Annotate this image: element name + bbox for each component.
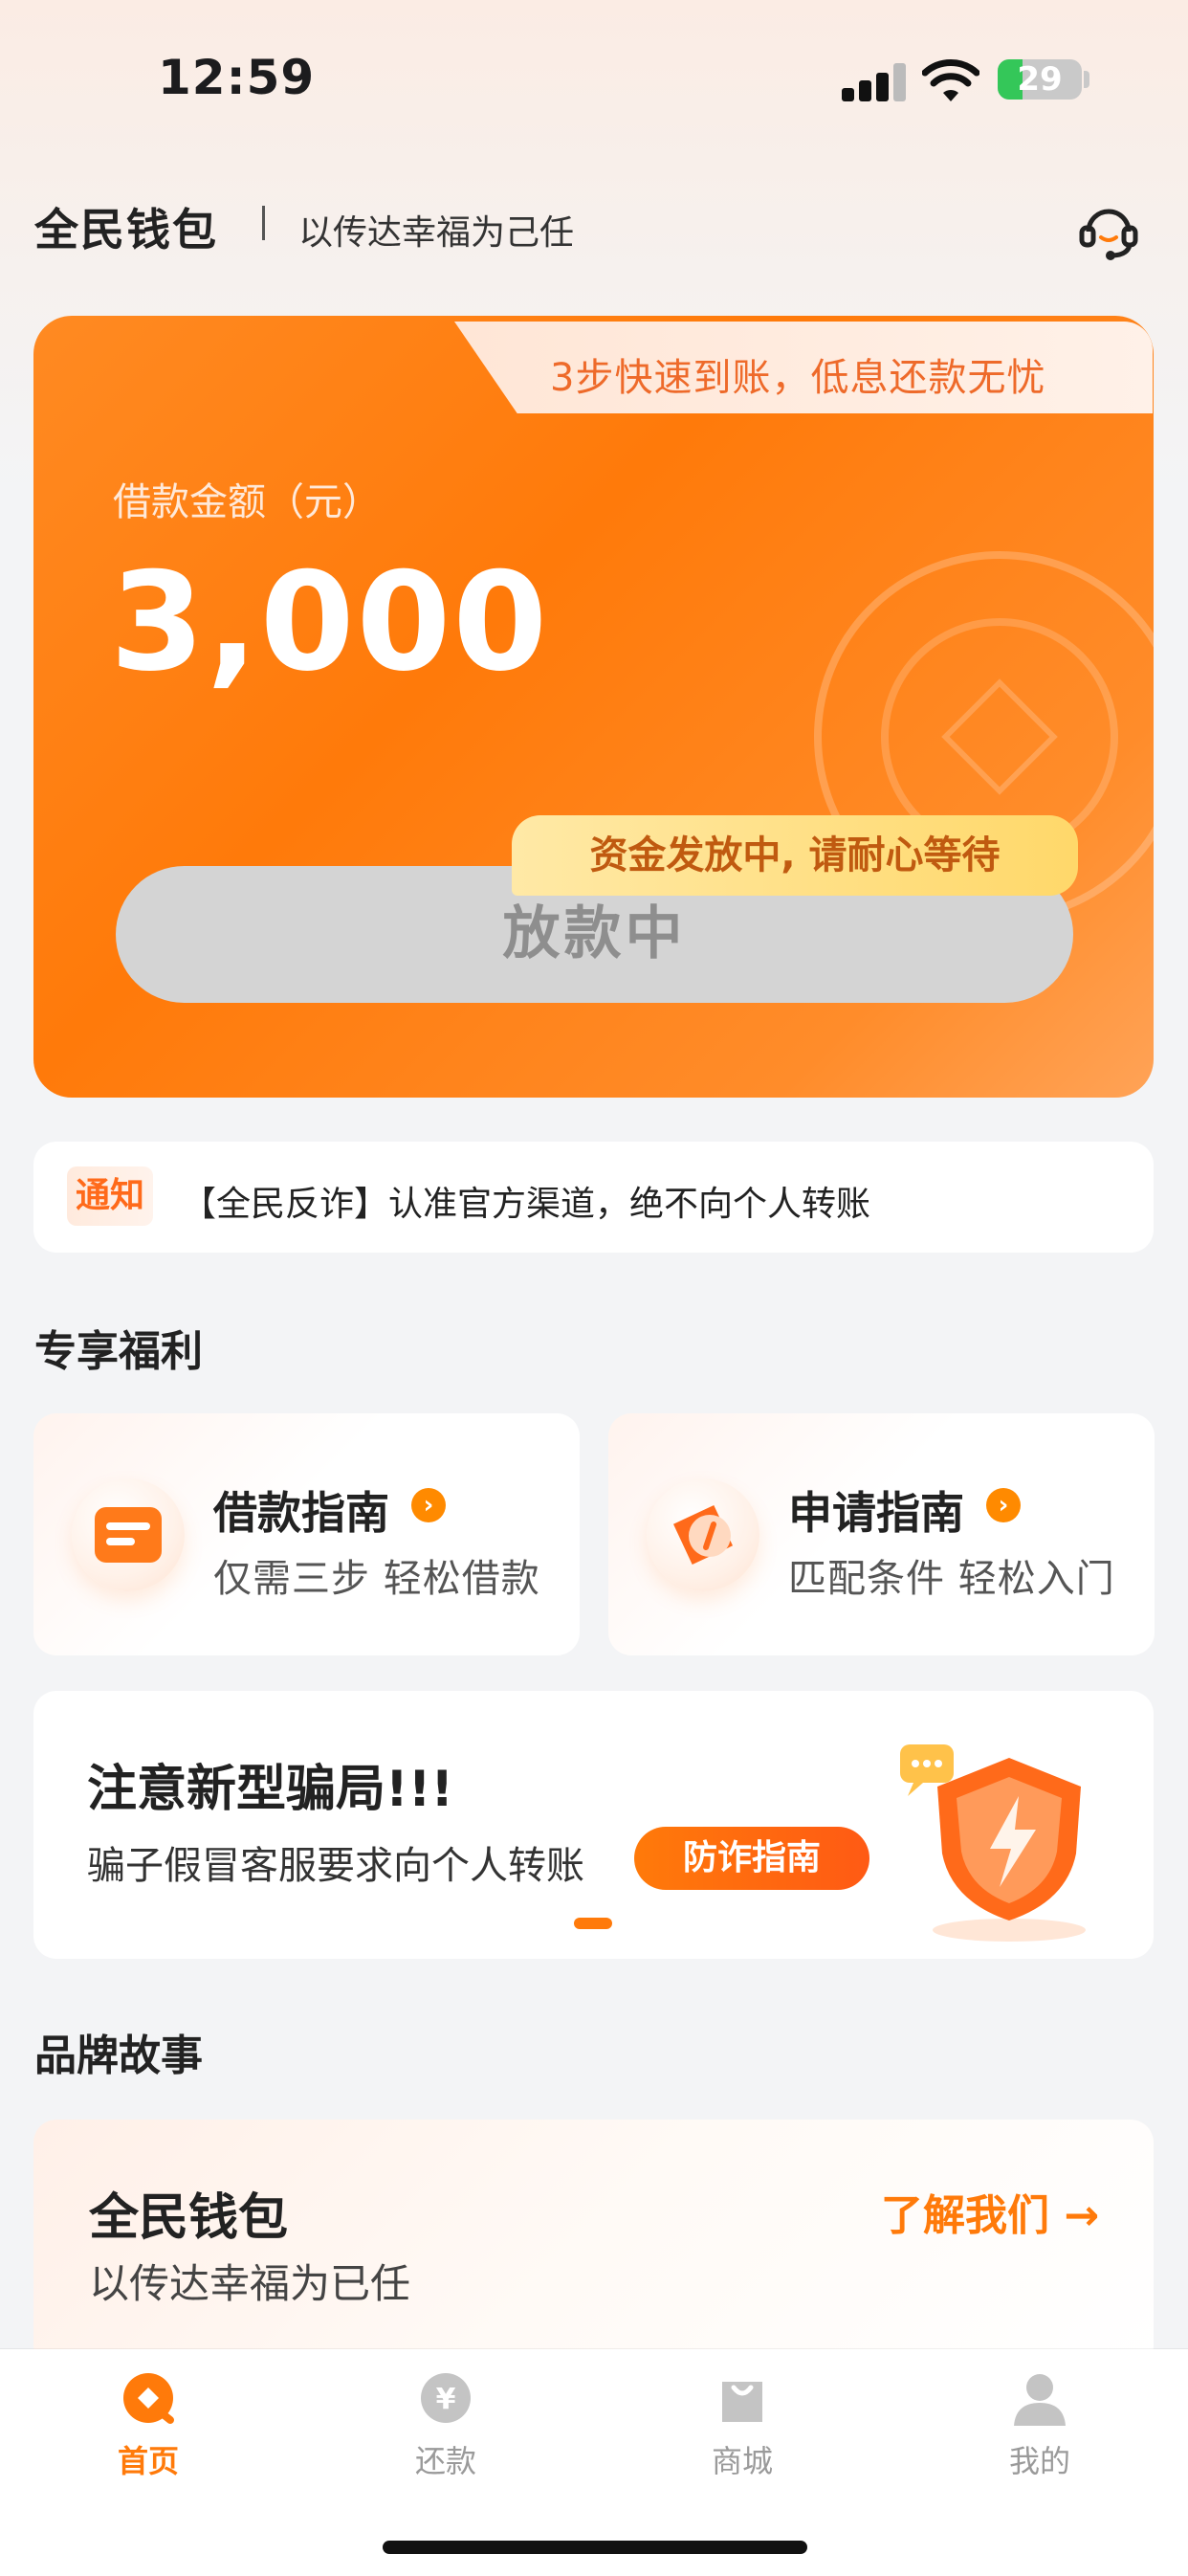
wifi-icon bbox=[922, 59, 979, 101]
loan-amount-label: 借款金额（元） bbox=[113, 480, 381, 524]
section-title-brand-story: 品牌故事 bbox=[34, 2032, 203, 2080]
benefit-title: 借款指南 bbox=[213, 1487, 389, 1539]
anti-fraud-guide-button[interactable]: 防诈指南 bbox=[634, 1827, 869, 1890]
header-slogan: 以传达幸福为己任 bbox=[298, 213, 575, 253]
benefit-subtitle: 仅需三步 轻松借款 bbox=[213, 1557, 540, 1601]
home-icon bbox=[123, 2373, 174, 2424]
tab-repayment[interactable]: ¥ 还款 bbox=[379, 2368, 513, 2481]
cellular-signal-icon bbox=[842, 63, 909, 101]
benefit-card-application-guide[interactable]: 申请指南 › 匹配条件 轻松入门 bbox=[608, 1413, 1155, 1655]
battery-level: 29 bbox=[1017, 60, 1063, 99]
loan-status-tooltip: 资金发放中, 请耐心等待 bbox=[512, 815, 1078, 896]
section-title-benefits: 专享福利 bbox=[34, 1327, 203, 1376]
tab-home[interactable]: 首页 bbox=[81, 2368, 215, 2481]
loan-card: 3步快速到账，低息还款无忧 借款金额（元） 3,000 放款中 资金发放中, 请… bbox=[33, 316, 1154, 1098]
notice-text: 【全民反诈】认准官方渠道，绝不向个人转账 bbox=[182, 1185, 871, 1224]
chevron-right-icon: › bbox=[986, 1488, 1021, 1522]
brand-logo-text: 全民钱包 bbox=[34, 204, 218, 255]
customer-service-icon[interactable] bbox=[1075, 195, 1142, 262]
benefit-title: 申请指南 bbox=[788, 1487, 964, 1539]
svg-text:¥: ¥ bbox=[436, 2383, 456, 2416]
chevron-right-icon: › bbox=[411, 1488, 446, 1522]
carousel-indicator bbox=[574, 1918, 612, 1929]
fraud-banner-title: 注意新型骗局!!! bbox=[87, 1761, 454, 1818]
battery-tip bbox=[1084, 71, 1089, 88]
shopping-bag-icon bbox=[722, 2382, 762, 2422]
loan-amount-value: 3,000 bbox=[110, 544, 550, 701]
brand-story-title: 全民钱包 bbox=[89, 2189, 289, 2247]
brand-story-subtitle: 以传达幸福为已任 bbox=[89, 2260, 411, 2307]
profile-icon bbox=[1014, 2374, 1066, 2426]
tab-label: 我的 bbox=[1008, 2443, 1070, 2479]
loan-card-promo-text: 3步快速到账，低息还款无忧 bbox=[550, 356, 1046, 400]
tab-profile[interactable]: 我的 bbox=[973, 2368, 1107, 2481]
tab-label: 商城 bbox=[711, 2443, 773, 2479]
notice-bar[interactable]: 通知 【全民反诈】认准官方渠道，绝不向个人转账 bbox=[33, 1142, 1154, 1253]
notice-tag: 通知 bbox=[67, 1166, 153, 1226]
tab-label: 还款 bbox=[414, 2443, 476, 2479]
home-indicator bbox=[383, 2541, 807, 2554]
shield-lightning-icon bbox=[900, 1744, 1086, 1942]
document-icon bbox=[72, 1478, 185, 1591]
battery-icon: 29 bbox=[998, 59, 1082, 100]
brand-story-card[interactable]: 全民钱包 以传达幸福为已任 了解我们 → bbox=[33, 2120, 1154, 2368]
tab-label: 首页 bbox=[117, 2443, 179, 2479]
anti-fraud-banner[interactable]: 注意新型骗局!!! 骗子假冒客服要求向个人转账 防诈指南 bbox=[33, 1691, 1154, 1959]
fraud-banner-description: 骗子假冒客服要求向个人转账 bbox=[87, 1844, 584, 1888]
about-us-link[interactable]: 了解我们 → bbox=[881, 2181, 1099, 2242]
benefit-subtitle: 匹配条件 轻松入门 bbox=[788, 1557, 1115, 1601]
yuan-icon: ¥ bbox=[421, 2373, 471, 2423]
status-time: 12:59 bbox=[158, 50, 316, 105]
tab-mall[interactable]: 商城 bbox=[675, 2368, 809, 2481]
benefit-card-loan-guide[interactable]: 借款指南 › 仅需三步 轻松借款 bbox=[33, 1413, 580, 1655]
compass-icon bbox=[647, 1478, 759, 1591]
header-divider bbox=[262, 206, 265, 240]
